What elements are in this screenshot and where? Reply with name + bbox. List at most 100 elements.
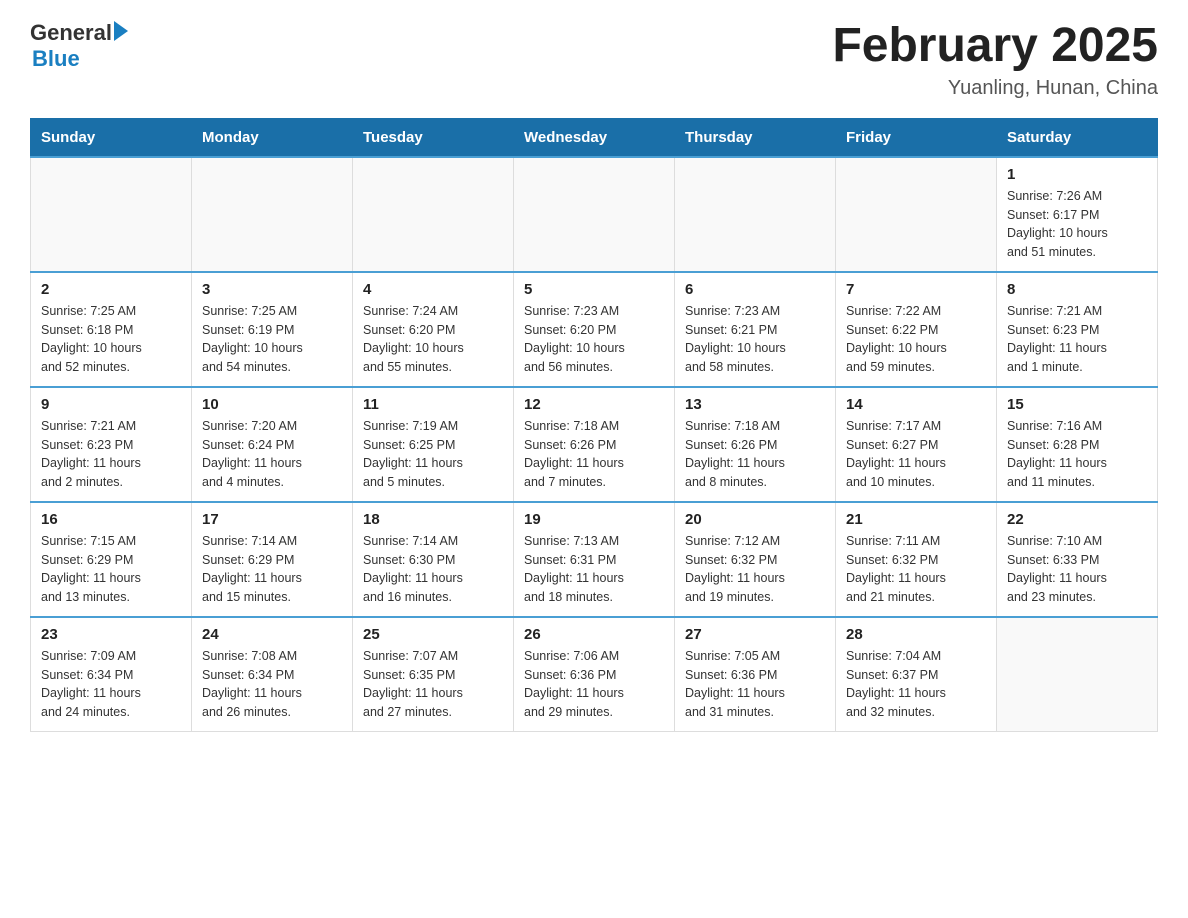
calendar-cell: 8 Sunrise: 7:21 AM Sunset: 6:23 PM Daylig… [997, 272, 1158, 387]
day-number: 7 [846, 281, 986, 298]
calendar-cell: 23 Sunrise: 7:09 AM Sunset: 6:34 PM Dayli… [31, 617, 192, 732]
day-number: 1 [1007, 166, 1147, 183]
calendar-cell [514, 157, 675, 272]
header-friday: Friday [836, 118, 997, 157]
day-number: 25 [363, 626, 503, 643]
calendar-cell: 4 Sunrise: 7:24 AM Sunset: 6:20 PM Daylig… [353, 272, 514, 387]
day-number: 5 [524, 281, 664, 298]
calendar-week-row: 1 Sunrise: 7:26 AM Sunset: 6:17 PM Daylig… [31, 157, 1158, 272]
day-number: 22 [1007, 511, 1147, 528]
day-number: 15 [1007, 396, 1147, 413]
calendar-cell [997, 617, 1158, 732]
day-info: Sunrise: 7:25 AM Sunset: 6:18 PM Dayligh… [41, 302, 181, 377]
calendar-cell: 27Sunrise: 7:05 AM Sunset: 6:36 PM Dayli… [675, 617, 836, 732]
calendar-cell: 15 Sunrise: 7:16 AM Sunset: 6:28 PM Dayli… [997, 387, 1158, 502]
day-info: Sunrise: 7:24 AM Sunset: 6:20 PM Dayligh… [363, 302, 503, 377]
calendar-week-row: 2 Sunrise: 7:25 AM Sunset: 6:18 PM Daylig… [31, 272, 1158, 387]
calendar-cell: 19Sunrise: 7:13 AM Sunset: 6:31 PM Dayli… [514, 502, 675, 617]
calendar-cell [192, 157, 353, 272]
day-number: 13 [685, 396, 825, 413]
day-number: 3 [202, 281, 342, 298]
logo-blue: Blue [32, 46, 128, 72]
calendar-cell: 17 Sunrise: 7:14 AM Sunset: 6:29 PM Dayli… [192, 502, 353, 617]
title-block: February 2025 Yuanling, Hunan, China [832, 20, 1158, 100]
calendar-cell: 13 Sunrise: 7:18 AM Sunset: 6:26 PM Dayli… [675, 387, 836, 502]
calendar-cell: 21 Sunrise: 7:11 AM Sunset: 6:32 PM Dayli… [836, 502, 997, 617]
day-info: Sunrise: 7:26 AM Sunset: 6:17 PM Dayligh… [1007, 187, 1147, 262]
calendar-cell: 18Sunrise: 7:14 AM Sunset: 6:30 PM Dayli… [353, 502, 514, 617]
calendar-cell: 9 Sunrise: 7:21 AM Sunset: 6:23 PM Daylig… [31, 387, 192, 502]
day-info: Sunrise: 7:19 AM Sunset: 6:25 PM Dayligh… [363, 417, 503, 492]
day-info: Sunrise: 7:17 AM Sunset: 6:27 PM Dayligh… [846, 417, 986, 492]
day-number: 9 [41, 396, 181, 413]
logo-arrow-icon [114, 21, 128, 41]
header-wednesday: Wednesday [514, 118, 675, 157]
logo: General Blue [30, 20, 128, 72]
day-info: Sunrise: 7:14 AM Sunset: 6:29 PM Dayligh… [202, 532, 342, 607]
day-number: 14 [846, 396, 986, 413]
day-number: 17 [202, 511, 342, 528]
day-number: 27 [685, 626, 825, 643]
calendar-cell [353, 157, 514, 272]
day-number: 24 [202, 626, 342, 643]
day-info: Sunrise: 7:16 AM Sunset: 6:28 PM Dayligh… [1007, 417, 1147, 492]
day-info: Sunrise: 7:12 AM Sunset: 6:32 PM Dayligh… [685, 532, 825, 607]
day-info: Sunrise: 7:21 AM Sunset: 6:23 PM Dayligh… [1007, 302, 1147, 377]
day-info: Sunrise: 7:15 AM Sunset: 6:29 PM Dayligh… [41, 532, 181, 607]
day-number: 2 [41, 281, 181, 298]
calendar-week-row: 23 Sunrise: 7:09 AM Sunset: 6:34 PM Dayli… [31, 617, 1158, 732]
day-info: Sunrise: 7:08 AM Sunset: 6:34 PM Dayligh… [202, 647, 342, 722]
day-number: 4 [363, 281, 503, 298]
logo-general: General [30, 20, 112, 46]
calendar-header-row: Sunday Monday Tuesday Wednesday Thursday… [31, 118, 1158, 157]
calendar-cell [31, 157, 192, 272]
day-info: Sunrise: 7:10 AM Sunset: 6:33 PM Dayligh… [1007, 532, 1147, 607]
day-info: Sunrise: 7:07 AM Sunset: 6:35 PM Dayligh… [363, 647, 503, 722]
day-info: Sunrise: 7:04 AM Sunset: 6:37 PM Dayligh… [846, 647, 986, 722]
day-number: 20 [685, 511, 825, 528]
calendar-subtitle: Yuanling, Hunan, China [832, 77, 1158, 100]
day-info: Sunrise: 7:21 AM Sunset: 6:23 PM Dayligh… [41, 417, 181, 492]
calendar-cell: 1 Sunrise: 7:26 AM Sunset: 6:17 PM Daylig… [997, 157, 1158, 272]
calendar-cell [675, 157, 836, 272]
day-info: Sunrise: 7:20 AM Sunset: 6:24 PM Dayligh… [202, 417, 342, 492]
day-number: 28 [846, 626, 986, 643]
calendar-table: Sunday Monday Tuesday Wednesday Thursday… [30, 118, 1158, 733]
calendar-cell [836, 157, 997, 272]
day-info: Sunrise: 7:09 AM Sunset: 6:34 PM Dayligh… [41, 647, 181, 722]
calendar-week-row: 9 Sunrise: 7:21 AM Sunset: 6:23 PM Daylig… [31, 387, 1158, 502]
day-info: Sunrise: 7:11 AM Sunset: 6:32 PM Dayligh… [846, 532, 986, 607]
calendar-cell: 20 Sunrise: 7:12 AM Sunset: 6:32 PM Dayli… [675, 502, 836, 617]
header-saturday: Saturday [997, 118, 1158, 157]
day-info: Sunrise: 7:23 AM Sunset: 6:20 PM Dayligh… [524, 302, 664, 377]
calendar-week-row: 16 Sunrise: 7:15 AM Sunset: 6:29 PM Dayli… [31, 502, 1158, 617]
day-info: Sunrise: 7:18 AM Sunset: 6:26 PM Dayligh… [685, 417, 825, 492]
day-number: 23 [41, 626, 181, 643]
day-info: Sunrise: 7:25 AM Sunset: 6:19 PM Dayligh… [202, 302, 342, 377]
calendar-cell: 16 Sunrise: 7:15 AM Sunset: 6:29 PM Dayli… [31, 502, 192, 617]
day-number: 8 [1007, 281, 1147, 298]
header-thursday: Thursday [675, 118, 836, 157]
calendar-cell: 5 Sunrise: 7:23 AM Sunset: 6:20 PM Daylig… [514, 272, 675, 387]
calendar-cell: 6Sunrise: 7:23 AM Sunset: 6:21 PM Daylig… [675, 272, 836, 387]
calendar-cell: 26Sunrise: 7:06 AM Sunset: 6:36 PM Dayli… [514, 617, 675, 732]
header-monday: Monday [192, 118, 353, 157]
header-sunday: Sunday [31, 118, 192, 157]
calendar-cell: 24 Sunrise: 7:08 AM Sunset: 6:34 PM Dayli… [192, 617, 353, 732]
day-info: Sunrise: 7:13 AM Sunset: 6:31 PM Dayligh… [524, 532, 664, 607]
page-header: General Blue February 2025 Yuanling, Hun… [30, 20, 1158, 100]
day-number: 16 [41, 511, 181, 528]
calendar-cell: 10 Sunrise: 7:20 AM Sunset: 6:24 PM Dayli… [192, 387, 353, 502]
day-number: 10 [202, 396, 342, 413]
calendar-cell: 28 Sunrise: 7:04 AM Sunset: 6:37 PM Dayli… [836, 617, 997, 732]
calendar-cell: 12Sunrise: 7:18 AM Sunset: 6:26 PM Dayli… [514, 387, 675, 502]
calendar-cell: 7 Sunrise: 7:22 AM Sunset: 6:22 PM Daylig… [836, 272, 997, 387]
day-number: 21 [846, 511, 986, 528]
calendar-cell: 14 Sunrise: 7:17 AM Sunset: 6:27 PM Dayli… [836, 387, 997, 502]
header-tuesday: Tuesday [353, 118, 514, 157]
day-info: Sunrise: 7:22 AM Sunset: 6:22 PM Dayligh… [846, 302, 986, 377]
calendar-cell: 3 Sunrise: 7:25 AM Sunset: 6:19 PM Daylig… [192, 272, 353, 387]
day-info: Sunrise: 7:18 AM Sunset: 6:26 PM Dayligh… [524, 417, 664, 492]
day-number: 26 [524, 626, 664, 643]
day-info: Sunrise: 7:14 AM Sunset: 6:30 PM Dayligh… [363, 532, 503, 607]
